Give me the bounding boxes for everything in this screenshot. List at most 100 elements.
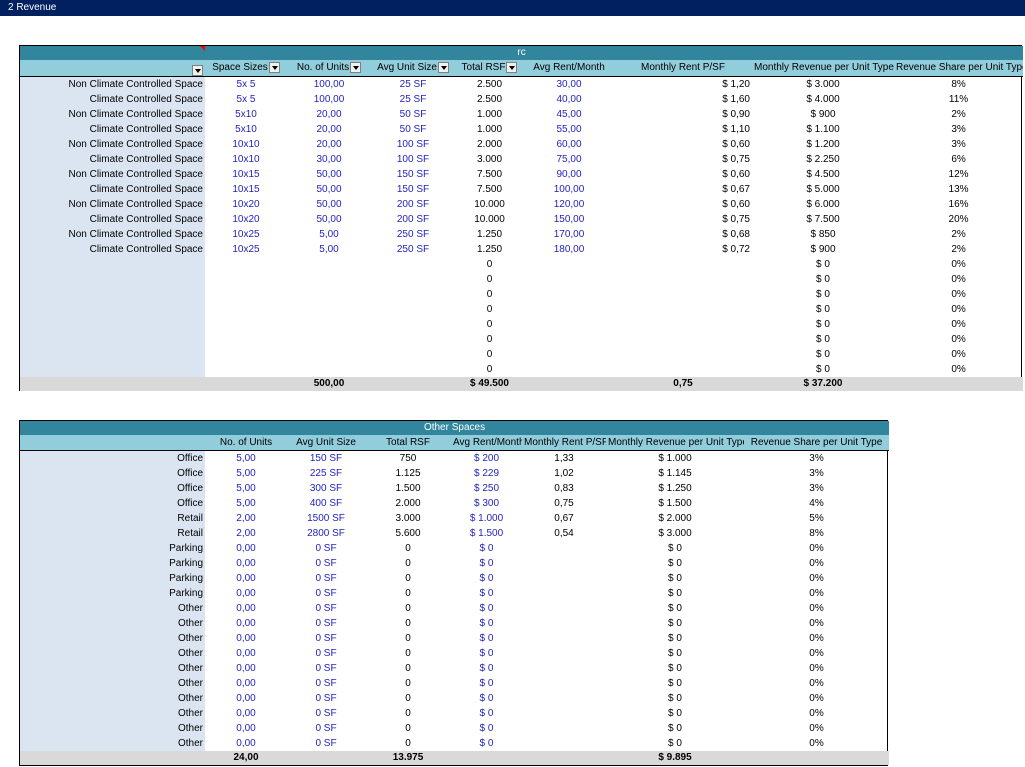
filter-dropdown-icon[interactable] <box>350 62 362 74</box>
data-cell[interactable]: $ 0 <box>606 736 744 751</box>
data-cell[interactable]: 20,00 <box>287 137 371 152</box>
data-cell[interactable]: 30,00 <box>287 152 371 167</box>
data-cell[interactable]: 2% <box>894 227 1023 242</box>
data-cell[interactable]: 25 SF <box>371 92 455 107</box>
data-cell[interactable]: $ 0,68 <box>614 227 752 242</box>
data-cell[interactable]: 0 SF <box>287 616 365 631</box>
data-cell[interactable]: 0% <box>894 347 1023 362</box>
data-cell[interactable] <box>287 302 371 317</box>
data-cell[interactable]: 50 SF <box>371 107 455 122</box>
data-cell[interactable]: 5x 5 <box>205 76 287 92</box>
data-cell[interactable]: 1.125 <box>365 466 451 481</box>
data-cell[interactable]: 5,00 <box>287 227 371 242</box>
data-cell[interactable] <box>205 347 287 362</box>
data-cell[interactable]: $ 0 <box>451 571 522 586</box>
data-cell[interactable]: $ 0 <box>752 257 894 272</box>
data-cell[interactable]: $ 0 <box>451 541 522 556</box>
data-cell[interactable] <box>371 317 455 332</box>
data-cell[interactable]: 0 <box>365 721 451 736</box>
data-cell[interactable]: 5x10 <box>205 122 287 137</box>
data-cell[interactable]: 0 <box>365 676 451 691</box>
data-cell[interactable]: 12% <box>894 167 1023 182</box>
data-cell[interactable]: 0% <box>744 541 889 556</box>
data-cell[interactable]: 0 SF <box>287 676 365 691</box>
filter-dropdown-icon[interactable] <box>268 62 280 74</box>
data-cell[interactable]: 150,00 <box>524 212 614 227</box>
data-cell[interactable]: $ 0 <box>451 616 522 631</box>
data-cell[interactable]: 0,54 <box>522 526 606 541</box>
data-cell[interactable]: 0 SF <box>287 736 365 751</box>
data-cell[interactable] <box>524 362 614 377</box>
data-cell[interactable]: 150 SF <box>371 167 455 182</box>
data-cell[interactable]: 3% <box>744 451 889 467</box>
data-cell[interactable]: 0 SF <box>287 706 365 721</box>
data-cell[interactable]: 0 SF <box>287 571 365 586</box>
data-cell[interactable] <box>614 362 752 377</box>
data-cell[interactable] <box>614 287 752 302</box>
data-cell[interactable]: $ 0 <box>752 332 894 347</box>
data-cell[interactable]: 0 <box>455 347 524 362</box>
data-cell[interactable]: $ 0,60 <box>614 137 752 152</box>
data-cell[interactable]: $ 900 <box>752 107 894 122</box>
data-cell[interactable]: 0,67 <box>522 511 606 526</box>
data-cell[interactable]: 100 SF <box>371 137 455 152</box>
data-cell[interactable]: 10.000 <box>455 212 524 227</box>
data-cell[interactable]: $ 0 <box>451 601 522 616</box>
data-cell[interactable]: $ 0 <box>606 541 744 556</box>
data-cell[interactable] <box>614 347 752 362</box>
data-cell[interactable]: 3% <box>744 466 889 481</box>
data-cell[interactable]: 0% <box>744 676 889 691</box>
data-cell[interactable]: 0% <box>744 646 889 661</box>
data-cell[interactable]: $ 0 <box>451 661 522 676</box>
data-cell[interactable]: 0 SF <box>287 601 365 616</box>
data-cell[interactable]: 5,00 <box>287 242 371 257</box>
data-cell[interactable] <box>522 736 606 751</box>
data-cell[interactable]: 120,00 <box>524 197 614 212</box>
data-cell[interactable]: 55,00 <box>524 122 614 137</box>
data-cell[interactable]: 4% <box>744 496 889 511</box>
data-cell[interactable]: 0,00 <box>205 676 287 691</box>
data-cell[interactable]: 5% <box>744 511 889 526</box>
data-cell[interactable]: $ 0,67 <box>614 182 752 197</box>
data-cell[interactable]: 11% <box>894 92 1023 107</box>
data-cell[interactable] <box>522 661 606 676</box>
data-cell[interactable]: 2,00 <box>205 511 287 526</box>
data-cell[interactable]: $ 0,60 <box>614 167 752 182</box>
data-cell[interactable]: $ 3.000 <box>752 76 894 92</box>
filter-dropdown-icon[interactable] <box>506 62 518 74</box>
data-cell[interactable]: 0% <box>894 332 1023 347</box>
data-cell[interactable]: 1.000 <box>455 122 524 137</box>
data-cell[interactable] <box>522 721 606 736</box>
data-cell[interactable] <box>287 287 371 302</box>
data-cell[interactable]: 200 SF <box>371 197 455 212</box>
data-cell[interactable]: 3% <box>744 481 889 496</box>
comment-indicator-icon[interactable] <box>200 46 205 51</box>
data-cell[interactable]: 50,00 <box>287 167 371 182</box>
data-cell[interactable]: 13% <box>894 182 1023 197</box>
data-cell[interactable]: 0 <box>455 302 524 317</box>
data-cell[interactable]: 0,00 <box>205 616 287 631</box>
data-cell[interactable]: $ 1.000 <box>606 451 744 467</box>
data-cell[interactable]: 225 SF <box>287 466 365 481</box>
data-cell[interactable] <box>524 347 614 362</box>
data-cell[interactable]: $ 0 <box>752 347 894 362</box>
data-cell[interactable]: $ 4.500 <box>752 167 894 182</box>
data-cell[interactable]: $ 0,72 <box>614 242 752 257</box>
data-cell[interactable]: $ 0 <box>606 721 744 736</box>
data-cell[interactable]: 0 <box>365 661 451 676</box>
data-cell[interactable]: 5.600 <box>365 526 451 541</box>
data-cell[interactable] <box>371 257 455 272</box>
data-cell[interactable] <box>205 317 287 332</box>
data-cell[interactable]: $ 0 <box>752 302 894 317</box>
data-cell[interactable]: 5x10 <box>205 107 287 122</box>
data-cell[interactable]: $ 229 <box>451 466 522 481</box>
data-cell[interactable]: 150 SF <box>287 451 365 467</box>
data-cell[interactable] <box>614 317 752 332</box>
data-cell[interactable]: 300 SF <box>287 481 365 496</box>
data-cell[interactable] <box>205 362 287 377</box>
data-cell[interactable]: 8% <box>744 526 889 541</box>
data-cell[interactable]: 0% <box>744 706 889 721</box>
data-cell[interactable]: $ 0 <box>606 691 744 706</box>
data-cell[interactable]: $ 1.145 <box>606 466 744 481</box>
data-cell[interactable]: 0,00 <box>205 631 287 646</box>
